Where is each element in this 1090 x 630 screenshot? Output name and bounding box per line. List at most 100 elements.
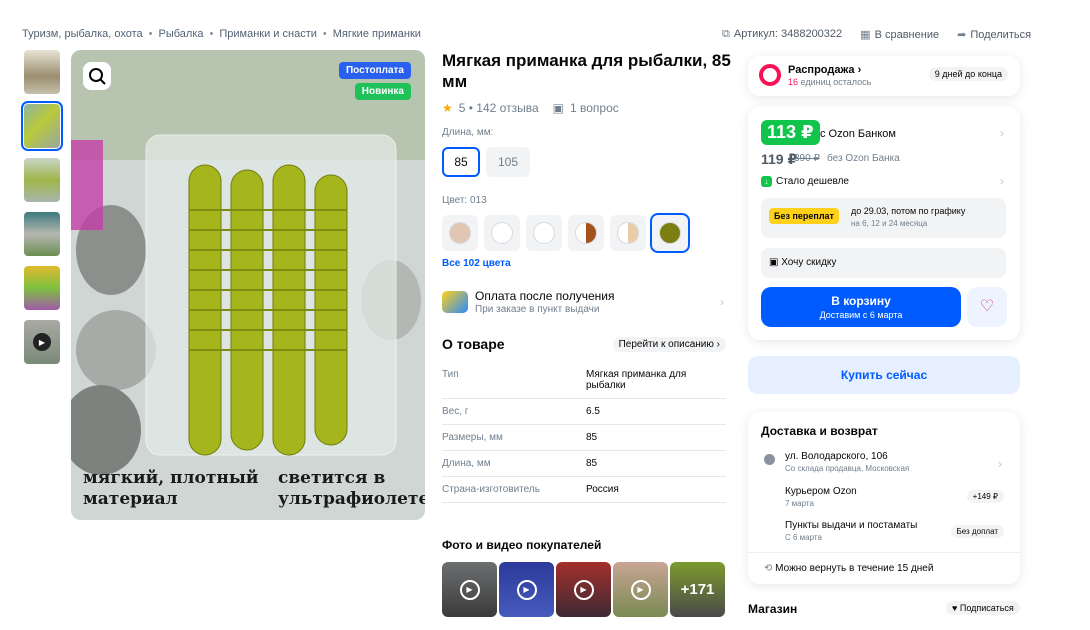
new-badge: Новинка: [354, 83, 411, 100]
shop-title: Магазин: [748, 602, 798, 616]
cart-label: В корзину: [831, 294, 891, 308]
courier-option[interactable]: Курьером Ozon: [785, 486, 857, 497]
thumbnail[interactable]: [24, 212, 60, 256]
heart-icon: ♥: [952, 603, 958, 613]
spec-row: Страна-изготовитель Россия: [442, 477, 726, 503]
pickup-date: С 6 марта: [785, 533, 822, 542]
color-swatch-selected[interactable]: [650, 213, 690, 253]
spec-row: Длина, мм 85: [442, 451, 726, 477]
thumbnail[interactable]: [24, 266, 60, 310]
article-number[interactable]: ⧉ Артикул: 3488200322: [722, 28, 842, 41]
play-icon: ▶: [33, 333, 51, 351]
postpay-subtitle: При заказе в пункт выдачи: [475, 304, 600, 315]
spec-key: Вес, г: [442, 406, 469, 417]
customer-video[interactable]: ▶: [613, 562, 668, 617]
chevron-right-icon: ›: [1000, 126, 1004, 140]
subscribe-button[interactable]: ♥ Подписаться: [946, 601, 1020, 615]
compare-button[interactable]: ▦ В сравнение: [860, 28, 939, 41]
add-to-cart-button[interactable]: В корзину Доставим с 6 марта: [761, 287, 961, 327]
spec-key: Тип: [442, 369, 459, 380]
postpay-title: Оплата после получения: [475, 289, 615, 303]
chevron-right-icon: ›: [720, 295, 724, 309]
compare-label: В сравнение: [874, 29, 940, 41]
breadcrumb-item[interactable]: Мягкие приманки: [333, 28, 421, 40]
delivery-address[interactable]: ул. Володарского, 106: [785, 451, 888, 462]
color-swatch[interactable]: [484, 215, 520, 251]
breadcrumb-separator: •: [322, 28, 327, 40]
chevron-right-icon: ›: [1000, 174, 1004, 188]
spec-value: Россия: [586, 484, 619, 495]
color-swatch[interactable]: [568, 215, 604, 251]
postpay-info[interactable]: Оплата после получения При заказе в пунк…: [442, 289, 724, 319]
sale-title: Распродажа ›: [788, 64, 862, 76]
sale-days-badge: 9 дней до конца: [928, 67, 1008, 81]
buy-now-button[interactable]: Купить сейчас: [748, 356, 1020, 394]
go-to-description-label: Перейти к описанию: [618, 338, 714, 350]
courier-date: 7 марта: [785, 499, 814, 508]
all-colors-link[interactable]: Все 102 цвета: [442, 258, 511, 269]
delivery-title: Доставка и возврат: [761, 424, 878, 438]
caption-line: ультрафиолете: [278, 489, 425, 509]
image-caption-left: мягкий, плотный материал: [83, 468, 258, 510]
share-label: Поделиться: [970, 29, 1032, 41]
spec-row: Тип Мягкая приманка для рыбалки: [442, 362, 726, 399]
installment-block[interactable]: Без переплат до 29.03, потом по графику …: [761, 198, 1006, 238]
courier-price: +149 ₽: [966, 490, 1004, 503]
play-icon: ▶: [516, 579, 537, 600]
price-down-icon: ↓: [761, 176, 772, 187]
pickup-option[interactable]: Пункты выдачи и постаматы: [785, 520, 917, 531]
favorite-button[interactable]: ♡: [967, 287, 1007, 327]
play-icon: ▶: [630, 579, 651, 600]
discount-icon: ▣: [769, 257, 779, 268]
share-button[interactable]: ➦ Поделиться: [957, 28, 1031, 41]
installment-text: до 29.03, потом по графику: [851, 206, 966, 216]
sale-title-text: Распродажа: [788, 64, 855, 76]
return-info[interactable]: ⟲ Можно вернуть в течение 15 дней: [748, 552, 1020, 584]
caption-line: мягкий, плотный: [83, 468, 259, 488]
ozon-lens-icon[interactable]: [83, 62, 111, 90]
breadcrumb-item[interactable]: Туризм, рыбалка, охота: [22, 28, 143, 40]
star-icon: ★: [442, 101, 453, 115]
spec-key: Размеры, мм: [442, 432, 503, 443]
reviews-link[interactable]: 5 • 142 отзыва: [459, 101, 539, 115]
thumbnail-selected[interactable]: [21, 101, 63, 151]
customer-video[interactable]: ▶: [556, 562, 611, 617]
article-text: Артикул: 3488200322: [733, 28, 843, 40]
want-discount-label: Хочу скидку: [781, 257, 837, 268]
postpay-badge: Постоплата: [338, 62, 411, 79]
breadcrumb-separator: •: [209, 28, 214, 40]
sale-banner[interactable]: Распродажа › 16 единиц осталось 9 дней д…: [748, 56, 1020, 96]
breadcrumb-item[interactable]: Рыбалка: [159, 28, 204, 40]
thumbnail[interactable]: [24, 50, 60, 94]
color-dot: [533, 222, 555, 244]
product-main-image[interactable]: Постоплата Новинка мягкий, плотный матер…: [71, 50, 425, 520]
image-caption-right: светится в ультрафиолете: [278, 468, 425, 510]
pin-icon: [764, 454, 775, 465]
customer-video[interactable]: ▶: [442, 562, 497, 617]
sale-count: 16: [788, 77, 799, 87]
breadcrumb-item[interactable]: Приманки и снасти: [219, 28, 317, 40]
share-icon: ➦: [957, 29, 967, 41]
color-swatch[interactable]: [610, 215, 646, 251]
spec-value: 6.5: [586, 406, 600, 417]
questions-link[interactable]: 1 вопрос: [570, 101, 619, 115]
customer-video[interactable]: ▶: [499, 562, 554, 617]
want-discount-button[interactable]: ▣ Хочу скидку: [761, 248, 1006, 278]
wallet-icon: [442, 291, 468, 313]
cheaper-label[interactable]: Стало дешевле: [776, 176, 849, 187]
question-icon: ▣: [552, 101, 564, 115]
regular-price: 119 ₽: [761, 151, 798, 167]
color-swatch[interactable]: [526, 215, 562, 251]
go-to-description-button[interactable]: Перейти к описанию ›: [612, 336, 726, 352]
color-swatch[interactable]: [442, 215, 478, 251]
length-option-selected[interactable]: 85: [442, 147, 480, 177]
color-dot: [659, 222, 681, 244]
more-photos[interactable]: +171: [670, 562, 725, 617]
compare-icon: ▦: [860, 29, 871, 41]
video-thumbnail[interactable]: ▶: [24, 320, 60, 364]
thumbnail[interactable]: [24, 158, 60, 202]
installment-sub: на 6, 12 и 24 месяца: [851, 219, 928, 228]
breadcrumb: Туризм, рыбалка, охота • Рыбалка • Приманк…: [22, 28, 421, 40]
length-option[interactable]: 105: [486, 147, 530, 177]
subscribe-label: Подписаться: [959, 603, 1014, 613]
